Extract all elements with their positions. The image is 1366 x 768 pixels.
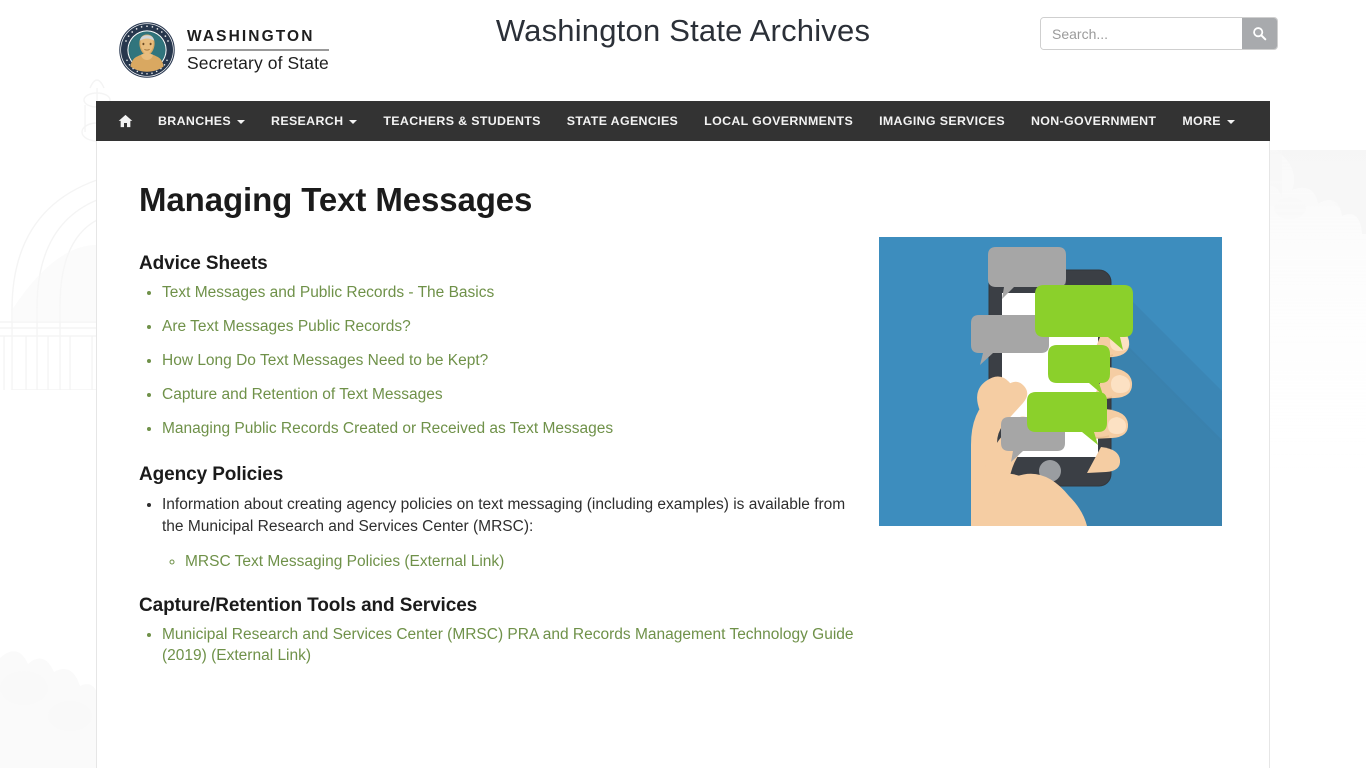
nav-label: RESEARCH (271, 114, 344, 128)
nav-item-non-government[interactable]: NON-GOVERNMENT (1018, 101, 1169, 141)
nav-label: NON-GOVERNMENT (1030, 114, 1157, 128)
capture-retention-list: Municipal Research and Services Center (… (139, 625, 859, 667)
advice-sheets-list: Text Messages and Public Records - The B… (139, 283, 859, 440)
section-advice-sheets: Advice Sheets Text Messages and Public R… (139, 253, 859, 440)
chevron-down-icon (349, 120, 358, 124)
nav-item-more[interactable]: MORE (1169, 101, 1248, 141)
agency-policies-list: Information about creating agency polici… (139, 494, 859, 574)
list-item: MRSC Text Messaging Policies (External L… (185, 551, 859, 573)
brand-line-washington: WASHINGTON (187, 28, 315, 46)
section-capture-retention-tools: Capture/Retention Tools and Services Mun… (139, 595, 859, 667)
section-heading-agency-policies: Agency Policies (139, 463, 284, 485)
chevron-down-icon (1226, 120, 1235, 124)
agency-policies-sub-list: MRSC Text Messaging Policies (External L… (162, 551, 859, 573)
nav-item-home[interactable] (104, 101, 145, 141)
nav-item-branches[interactable]: BRANCHES (145, 101, 258, 141)
text-messaging-phone-illustration (879, 237, 1222, 526)
nav-label: LOCAL GOVERNMENTS (704, 114, 854, 128)
page-title: Managing Text Messages (139, 181, 533, 218)
link-mrsc-text-messaging-policies[interactable]: MRSC Text Messaging Policies (External L… (185, 553, 504, 570)
content-media-column (879, 181, 1225, 691)
agency-policies-body: Information about creating agency polici… (162, 495, 846, 536)
foliage-watermark-left (0, 651, 100, 768)
list-item: Are Text Messages Public Records? (162, 317, 859, 338)
nav-item-state-agencies[interactable]: STATE AGENCIES (554, 101, 691, 141)
content-text-column: Managing Text Messages Advice Sheets Tex… (139, 181, 859, 691)
nav-item-local-governments[interactable]: LOCAL GOVERNMENTS (691, 101, 866, 141)
brand-wordmark: WASHINGTON Secretary of State (187, 27, 329, 73)
link-advice-sheet-1[interactable]: Text Messages and Public Records - The B… (162, 284, 494, 301)
link-mrsc-technology-guide[interactable]: Municipal Research and Services Center (… (162, 626, 854, 664)
link-advice-sheet-4[interactable]: Capture and Retention of Text Messages (162, 386, 443, 403)
foliage-watermark-right (1256, 150, 1366, 480)
nav-label: BRANCHES (158, 114, 232, 128)
list-item: How Long Do Text Messages Need to be Kep… (162, 351, 859, 372)
search-box[interactable] (1040, 17, 1278, 50)
section-heading-advice-sheets: Advice Sheets (139, 252, 268, 274)
link-advice-sheet-5[interactable]: Managing Public Records Created or Recei… (162, 420, 613, 437)
washington-state-seal-icon (119, 22, 175, 78)
list-item: Managing Public Records Created or Recei… (162, 419, 859, 440)
brand-logo[interactable]: WASHINGTON Secretary of State (118, 21, 329, 79)
list-item: Capture and Retention of Text Messages (162, 385, 859, 406)
nav-item-teachers-students[interactable]: TEACHERS & STUDENTS (370, 101, 553, 141)
main-navigation[interactable]: BRANCHES RESEARCH TEACHERS & STUDENTS ST… (96, 101, 1270, 141)
list-item: Municipal Research and Services Center (… (162, 625, 859, 667)
home-icon (118, 114, 133, 128)
nav-label: MORE (1182, 114, 1221, 128)
search-icon (1252, 27, 1267, 41)
chevron-down-icon (237, 120, 246, 124)
main-content-card: Managing Text Messages Advice Sheets Tex… (96, 141, 1270, 768)
nav-label: IMAGING SERVICES (879, 114, 1005, 128)
nav-item-research[interactable]: RESEARCH (258, 101, 370, 141)
brand-line-secretary-of-state: Secretary of State (187, 52, 329, 73)
section-agency-policies: Agency Policies Information about creati… (139, 464, 859, 574)
link-advice-sheet-3[interactable]: How Long Do Text Messages Need to be Kep… (162, 352, 488, 369)
site-header: WASHINGTON Secretary of State Washington… (0, 0, 1366, 101)
section-heading-capture-retention: Capture/Retention Tools and Services (139, 595, 478, 617)
search-button[interactable] (1241, 18, 1277, 49)
brand-divider (187, 48, 329, 51)
list-item: Text Messages and Public Records - The B… (162, 283, 859, 304)
search-input[interactable] (1041, 18, 1242, 49)
link-advice-sheet-2[interactable]: Are Text Messages Public Records? (162, 318, 411, 335)
list-item: Information about creating agency polici… (162, 494, 859, 574)
nav-label: TEACHERS & STUDENTS (383, 114, 541, 128)
nav-label: STATE AGENCIES (566, 114, 679, 128)
nav-item-imaging-services[interactable]: IMAGING SERVICES (866, 101, 1018, 141)
